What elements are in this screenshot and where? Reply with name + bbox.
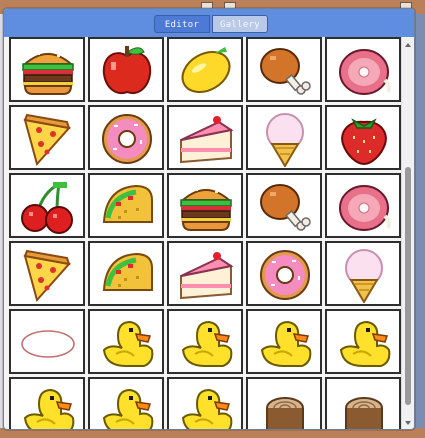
gallery-item[interactable] bbox=[88, 309, 164, 374]
rubber-duck-icon bbox=[181, 320, 233, 367]
scroll-down-arrow-icon[interactable] bbox=[405, 421, 411, 425]
rubber-duck-icon bbox=[181, 388, 233, 429]
gallery-item[interactable] bbox=[325, 309, 401, 374]
rubber-duck-icon bbox=[260, 320, 312, 367]
gallery-item[interactable] bbox=[9, 173, 85, 238]
gallery-item[interactable] bbox=[88, 37, 164, 102]
gallery-item[interactable] bbox=[167, 377, 243, 429]
gallery-item[interactable] bbox=[167, 173, 243, 238]
gallery-item[interactable] bbox=[9, 37, 85, 102]
cake-slice-icon bbox=[180, 116, 234, 164]
gallery-item[interactable] bbox=[88, 241, 164, 306]
cherries-icon bbox=[21, 182, 73, 234]
gallery-item[interactable] bbox=[325, 377, 401, 429]
tab-switcher: Editor Gallery bbox=[154, 15, 272, 33]
ham-icon bbox=[339, 49, 391, 95]
background-panel-right bbox=[415, 14, 425, 438]
gallery-item[interactable] bbox=[9, 241, 85, 306]
pizza-slice-icon bbox=[23, 113, 71, 167]
gallery-item[interactable] bbox=[246, 377, 322, 429]
ice-cream-icon bbox=[345, 249, 383, 303]
drumstick-icon bbox=[260, 184, 311, 231]
taco-icon bbox=[102, 252, 153, 291]
gallery-item[interactable] bbox=[167, 241, 243, 306]
ham-icon bbox=[339, 185, 391, 231]
tab-editor[interactable]: Editor bbox=[154, 15, 210, 33]
oval-outline-icon bbox=[21, 330, 75, 358]
gallery-item[interactable] bbox=[167, 37, 243, 102]
gallery-grid bbox=[9, 37, 401, 429]
donut-icon bbox=[102, 114, 152, 164]
apple-icon bbox=[102, 46, 152, 94]
gallery-item[interactable] bbox=[246, 37, 322, 102]
gallery-item[interactable] bbox=[325, 173, 401, 238]
gallery-item[interactable] bbox=[246, 241, 322, 306]
gallery-item[interactable] bbox=[88, 173, 164, 238]
gallery-item[interactable] bbox=[246, 309, 322, 374]
lemon-icon bbox=[181, 47, 231, 93]
gallery-item[interactable] bbox=[325, 105, 401, 170]
gallery-item[interactable] bbox=[9, 105, 85, 170]
scroll-up-arrow-icon[interactable] bbox=[405, 43, 411, 47]
hamburger-icon bbox=[180, 187, 232, 231]
cake-slice-icon bbox=[180, 252, 234, 300]
gallery-item[interactable] bbox=[325, 37, 401, 102]
wood-log-icon bbox=[345, 397, 383, 429]
gallery-item[interactable] bbox=[325, 241, 401, 306]
taco-icon bbox=[102, 184, 153, 223]
pizza-slice-icon bbox=[23, 249, 71, 303]
ice-cream-icon bbox=[266, 113, 304, 167]
rubber-duck-icon bbox=[23, 388, 75, 429]
strawberry-icon bbox=[341, 118, 387, 166]
window-titlebar[interactable]: Editor Gallery bbox=[4, 9, 414, 37]
gallery-window: Editor Gallery bbox=[3, 8, 415, 430]
rubber-duck-icon bbox=[102, 320, 154, 367]
rubber-duck-icon bbox=[102, 388, 154, 429]
rubber-duck-icon bbox=[339, 320, 391, 367]
gallery-item[interactable] bbox=[9, 377, 85, 429]
scrollbar-thumb[interactable] bbox=[405, 167, 411, 405]
gallery-viewport bbox=[9, 37, 401, 429]
wood-log-icon bbox=[266, 397, 304, 429]
gallery-item[interactable] bbox=[167, 105, 243, 170]
drumstick-icon bbox=[260, 48, 311, 95]
gallery-item[interactable] bbox=[9, 309, 85, 374]
gallery-item[interactable] bbox=[88, 377, 164, 429]
gallery-item[interactable] bbox=[246, 105, 322, 170]
hamburger-icon bbox=[22, 51, 74, 95]
gallery-item[interactable] bbox=[167, 309, 243, 374]
gallery-item[interactable] bbox=[246, 173, 322, 238]
gallery-item[interactable] bbox=[88, 105, 164, 170]
tab-gallery[interactable]: Gallery bbox=[212, 15, 268, 33]
vertical-scrollbar[interactable] bbox=[401, 37, 414, 429]
donut-icon bbox=[260, 250, 310, 300]
